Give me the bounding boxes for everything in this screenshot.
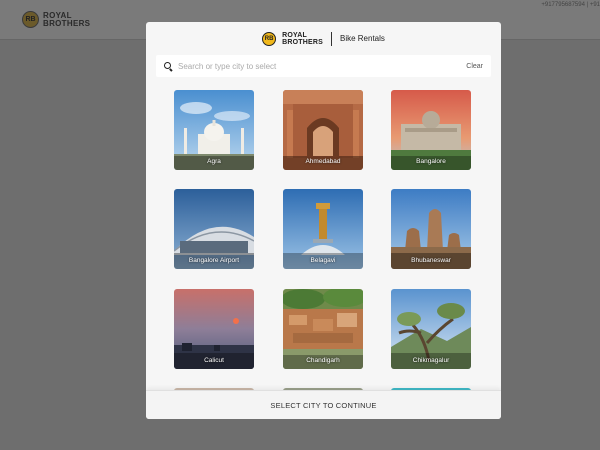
city-name: Calicut bbox=[204, 357, 224, 364]
city-name: Bangalore bbox=[416, 158, 446, 165]
city-select-modal: RB ROYAL BROTHERS Bike Rentals Clear bbox=[146, 22, 501, 419]
city-grid: Agra Ahmedabad Bangalore Bangalore Airpo… bbox=[146, 82, 501, 390]
city-card-calicut[interactable]: Calicut bbox=[174, 289, 254, 369]
city-card-bhubaneswar[interactable]: Bhubaneswar bbox=[391, 189, 471, 269]
city-card-chikmagalur[interactable]: Chikmagalur bbox=[391, 289, 471, 369]
city-card-chandigarh[interactable]: Chandigarh bbox=[283, 289, 363, 369]
city-name: Bangalore Airport bbox=[188, 257, 240, 264]
city-search-bar: Clear bbox=[156, 55, 491, 77]
modal-header: RB ROYAL BROTHERS Bike Rentals bbox=[146, 22, 501, 55]
background-logo: RB ROYAL BROTHERS bbox=[22, 11, 90, 28]
city-name: Chandigarh bbox=[306, 357, 340, 364]
city-name: Agra bbox=[207, 158, 221, 165]
city-card-agra[interactable]: Agra bbox=[174, 90, 254, 170]
brand-badge-icon: RB bbox=[262, 31, 277, 46]
background-logo-badge-icon: RB bbox=[22, 11, 39, 28]
clear-button[interactable]: Clear bbox=[466, 63, 483, 70]
continue-label: SELECT CITY TO CONTINUE bbox=[270, 400, 377, 410]
city-card-bangalore[interactable]: Bangalore bbox=[391, 90, 471, 170]
city-search-input[interactable] bbox=[178, 61, 467, 71]
brand-subtitle: Bike Rentals bbox=[339, 34, 385, 43]
continue-footer[interactable]: SELECT CITY TO CONTINUE bbox=[146, 390, 501, 419]
city-card-bangalore-airport[interactable]: Bangalore Airport bbox=[174, 189, 254, 269]
brand-separator bbox=[330, 31, 332, 46]
city-name: Bhubaneswar bbox=[411, 257, 451, 264]
brand-line2: BROTHERS bbox=[282, 38, 323, 46]
city-card-belagavi[interactable]: Belagavi bbox=[283, 189, 363, 269]
city-name: Belagavi bbox=[310, 257, 336, 264]
brand-logo-text: ROYAL BROTHERS bbox=[282, 32, 323, 46]
city-name: Chikmagalur bbox=[412, 357, 450, 364]
background-phone: +917795687594 | +91 bbox=[541, 2, 600, 8]
search-icon bbox=[164, 61, 173, 71]
brand-line1: ROYAL bbox=[282, 31, 307, 39]
city-card-ahmedabad[interactable]: Ahmedabad bbox=[283, 90, 363, 170]
city-name: Ahmedabad bbox=[305, 158, 341, 165]
background-logo-line2: BROTHERS bbox=[43, 18, 91, 28]
